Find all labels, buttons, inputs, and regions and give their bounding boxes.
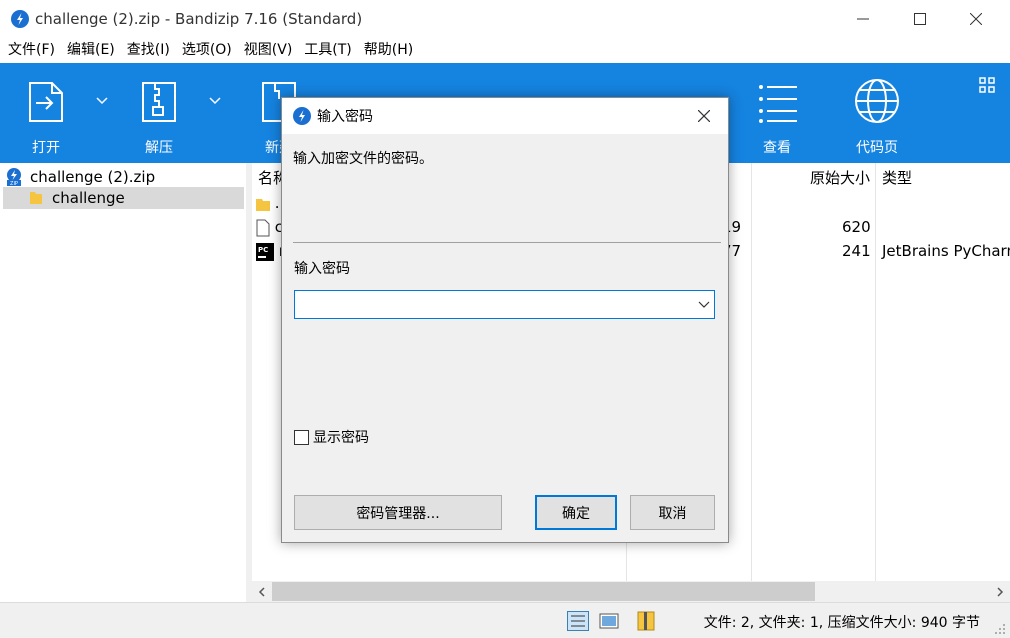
preview-view-icon[interactable] — [598, 611, 620, 631]
extract-label: 解压 — [145, 140, 173, 156]
file-type: JetBrains PyCharm — [882, 242, 1010, 260]
file-original-size: 620 — [842, 218, 871, 236]
open-label: 打开 — [32, 140, 60, 156]
menu-view[interactable]: 视图(V) — [238, 38, 299, 63]
details-view-icon[interactable] — [567, 611, 589, 631]
chevron-right-icon — [997, 586, 1004, 597]
maximize-icon — [914, 13, 926, 25]
dialog-message: 输入加密文件的密码。 — [293, 151, 433, 167]
text-file-icon — [256, 219, 270, 236]
window-title: challenge (2).zip - Bandizip 7.16 (Stand… — [35, 10, 363, 28]
bandizip-logo-icon — [11, 10, 29, 28]
show-password-label: 显示密码 — [313, 430, 369, 446]
view-button[interactable]: 查看 — [753, 63, 801, 163]
open-button[interactable]: 打开 — [22, 63, 70, 163]
password-manager-button[interactable]: 密码管理器... — [294, 495, 502, 530]
svg-text:PC: PC — [258, 246, 268, 254]
file-original-size: 241 — [842, 242, 871, 260]
chevron-left-icon — [258, 586, 265, 597]
menu-bar: 文件(F) 编辑(E) 查找(I) 选项(O) 视图(V) 工具(T) 帮助(H… — [0, 38, 1010, 63]
chevron-down-icon[interactable] — [698, 299, 710, 309]
extract-zip-icon — [142, 82, 176, 122]
minimize-icon — [857, 18, 869, 20]
scroll-right-button[interactable] — [990, 581, 1010, 602]
table-row[interactable]: c — [256, 215, 283, 239]
cancel-button[interactable]: 取消 — [630, 495, 715, 530]
parent-folder-icon — [256, 198, 270, 211]
extract-button[interactable]: 解压 — [135, 63, 183, 163]
column-divider — [751, 163, 752, 581]
zip-archive-icon: ZIP — [7, 168, 21, 187]
checkbox-box[interactable] — [294, 429, 309, 445]
column-type[interactable]: 类型 — [882, 163, 912, 193]
tree-item-archive-label: challenge (2).zip — [30, 168, 156, 186]
title-bar: challenge (2).zip - Bandizip 7.16 (Stand… — [0, 0, 1010, 38]
dialog-title-bar: 输入密码 — [282, 98, 728, 134]
view-label: 查看 — [763, 140, 791, 156]
codepage-label: 代码页 — [856, 140, 898, 156]
password-dialog: 输入密码 输入加密文件的密码。 输入密码 显示密码 密码管理器... 确定 取消 — [281, 97, 729, 543]
dialog-divider — [293, 242, 721, 243]
tree-item-folder[interactable]: challenge — [3, 187, 244, 209]
maximize-button[interactable] — [897, 0, 943, 38]
tree-item-archive[interactable]: ZIP challenge (2).zip — [4, 166, 244, 188]
extract-dropdown-icon[interactable] — [209, 97, 221, 105]
password-input[interactable] — [294, 290, 715, 319]
scroll-left-button[interactable] — [252, 581, 272, 602]
ok-button[interactable]: 确定 — [535, 495, 617, 530]
globe-icon — [855, 79, 899, 123]
menu-options[interactable]: 选项(O) — [176, 38, 238, 63]
scrollbar-thumb[interactable] — [272, 582, 815, 601]
dialog-close-button[interactable] — [686, 98, 722, 134]
menu-find[interactable]: 查找(I) — [121, 38, 176, 63]
horizontal-scrollbar[interactable] — [252, 581, 1010, 602]
menu-file[interactable]: 文件(F) — [0, 38, 61, 63]
password-label: 输入密码 — [294, 261, 350, 277]
folder-tree: ZIP challenge (2).zip challenge — [0, 163, 246, 602]
codepage-button[interactable]: 代码页 — [844, 63, 910, 163]
open-dropdown-icon[interactable] — [96, 97, 108, 105]
archive-info-icon[interactable] — [636, 611, 658, 631]
menu-tools[interactable]: 工具(T) — [298, 38, 357, 63]
folder-icon — [30, 192, 42, 204]
open-archive-icon — [29, 82, 63, 122]
close-icon — [970, 13, 982, 25]
bandizip-logo-icon — [293, 107, 311, 125]
dialog-title: 输入密码 — [317, 109, 373, 125]
close-icon — [698, 110, 710, 122]
close-button[interactable] — [953, 0, 999, 38]
layout-grid-icon[interactable] — [979, 77, 995, 93]
pycharm-file-icon: PC — [256, 242, 274, 261]
menu-help[interactable]: 帮助(H) — [358, 38, 419, 63]
status-bar: 文件: 2, 文件夹: 1, 压缩文件大小: 940 字节 — [0, 602, 1010, 638]
status-text: 文件: 2, 文件夹: 1, 压缩文件大小: 940 字节 — [703, 615, 980, 631]
column-divider — [875, 163, 876, 581]
minimize-button[interactable] — [840, 0, 886, 38]
list-view-icon — [759, 85, 797, 123]
menu-edit[interactable]: 编辑(E) — [61, 38, 121, 63]
tree-item-folder-label: challenge — [52, 189, 125, 207]
resize-grip-icon[interactable] — [994, 623, 1006, 635]
column-original-size[interactable]: 原始大小 — [810, 163, 870, 193]
show-password-checkbox[interactable]: 显示密码 — [294, 428, 369, 446]
